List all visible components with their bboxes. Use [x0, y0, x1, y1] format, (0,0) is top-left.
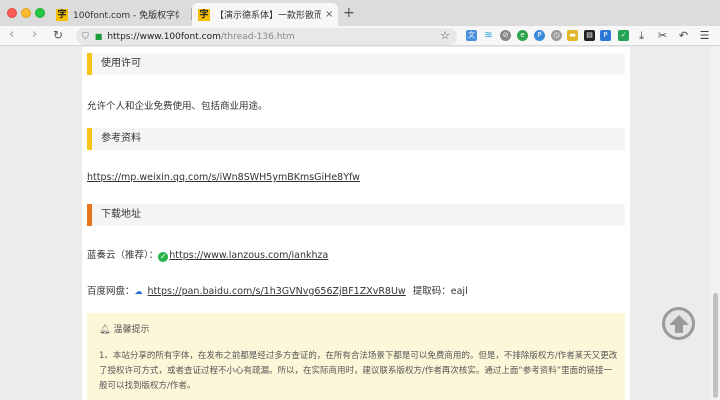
close-tab-icon[interactable]: ×: [325, 9, 333, 20]
tips-title-row: 🔔︎ 温馨提示: [99, 322, 149, 335]
scrollbar-thumb[interactable]: [713, 293, 718, 398]
reload-icon[interactable]: ↻: [53, 28, 63, 42]
parking-extension-icon[interactable]: P: [600, 30, 611, 41]
translate-extension-icon[interactable]: 文: [466, 30, 477, 41]
scrollbar[interactable]: [711, 47, 720, 400]
tips-title: 温馨提示: [113, 325, 150, 335]
license-heading: 使用许可: [87, 53, 625, 75]
page-viewport: 使用许可 允许个人和企业免费使用、包括商业用途。 参考资料 https://mp…: [0, 47, 711, 400]
url-path: /thread-136.htm: [220, 31, 295, 42]
pin-extension-icon[interactable]: ⊘: [500, 30, 511, 41]
check-icon: ✓: [158, 252, 169, 262]
shield-extension-icon[interactable]: ✓: [618, 30, 629, 41]
tab-title: 【演示德系体】一款形散而神不: [215, 11, 321, 21]
download-heading: 下载地址: [87, 204, 625, 226]
undo-icon[interactable]: ↶: [678, 30, 689, 41]
post-content: 使用许可 允许个人和企业免费使用、包括商业用途。 参考资料 https://mp…: [82, 47, 630, 400]
tab-title: 100font.com - 免版权字体下载、免: [73, 11, 179, 21]
favicon: 字: [198, 8, 210, 21]
cut-icon[interactable]: ✂: [657, 30, 668, 41]
new-tab-button[interactable]: +: [343, 5, 355, 21]
address-bar[interactable]: ⛉ ■ https://www.100font.com/thread-136.h…: [76, 28, 457, 45]
baidu-label: 百度网盘：: [87, 286, 135, 297]
folder-extension-icon[interactable]: ▬: [567, 30, 578, 41]
browser-toolbar: ‹ › ↻ ⛉ ■ https://www.100font.com/thread…: [0, 26, 720, 46]
menu-icon[interactable]: ☰: [699, 30, 710, 41]
clock-extension-icon[interactable]: ◷: [551, 30, 562, 41]
tab-thread-136[interactable]: 字 【演示德系体】一款形散而神不 ×: [192, 3, 338, 26]
extract-code: eajl: [450, 286, 468, 297]
favicon: 字: [56, 8, 68, 21]
url-host: https://www.100font.com: [107, 31, 221, 42]
download-icon[interactable]: ⤓: [636, 30, 647, 41]
baidu-cloud-icon: ☁: [134, 287, 143, 296]
tab-bar: 字 100font.com - 免版权字体下载、免 字 【演示德系体】一款形散而…: [0, 0, 720, 26]
shield-icon[interactable]: ⛉: [82, 32, 89, 42]
close-window-button[interactable]: [7, 8, 17, 18]
star-icon[interactable]: ☆: [440, 29, 450, 42]
extract-code-label: 提取码：: [412, 286, 451, 297]
back-icon[interactable]: ‹: [9, 27, 14, 42]
zoom-window-button[interactable]: [35, 8, 45, 18]
stack-extension-icon[interactable]: ▤: [584, 30, 595, 41]
reference-heading: 参考资料: [87, 128, 625, 150]
minimize-window-button[interactable]: [21, 8, 31, 18]
lanzou-link[interactable]: https://www.lanzous.com/iankhza: [169, 250, 328, 261]
lock-icon[interactable]: ■: [95, 32, 103, 41]
tips-box: 🔔︎ 温馨提示 1、本站分享的所有字体，在发布之前都是经过多方查证的，在所有合法场…: [87, 313, 625, 400]
tips-body: 1、本站分享的所有字体，在发布之前都是经过多方查证的，在所有合法场景下都是可以免…: [99, 351, 618, 391]
evernote-extension-icon[interactable]: e: [517, 30, 528, 41]
forward-icon[interactable]: ›: [32, 27, 37, 42]
back-to-top-button[interactable]: [662, 307, 695, 340]
arrow-up-icon: [668, 314, 689, 333]
p-extension-icon[interactable]: P: [534, 30, 545, 41]
bell-icon: 🔔︎: [99, 325, 111, 335]
lanzou-label: 蓝奏云（推荐）：: [87, 250, 159, 261]
baidu-link[interactable]: https://pan.baidu.com/s/1h3GVNvg656ZjBF1…: [148, 286, 406, 297]
tab-100font-home[interactable]: 字 100font.com - 免版权字体下载、免: [52, 3, 192, 26]
license-text: 允许个人和企业免费使用、包括商业用途。: [87, 101, 268, 112]
reference-link[interactable]: https://mp.weixin.qq.com/s/iWn8SWH5ymBKm…: [87, 172, 360, 183]
wifi-extension-icon[interactable]: ≋: [483, 30, 494, 41]
